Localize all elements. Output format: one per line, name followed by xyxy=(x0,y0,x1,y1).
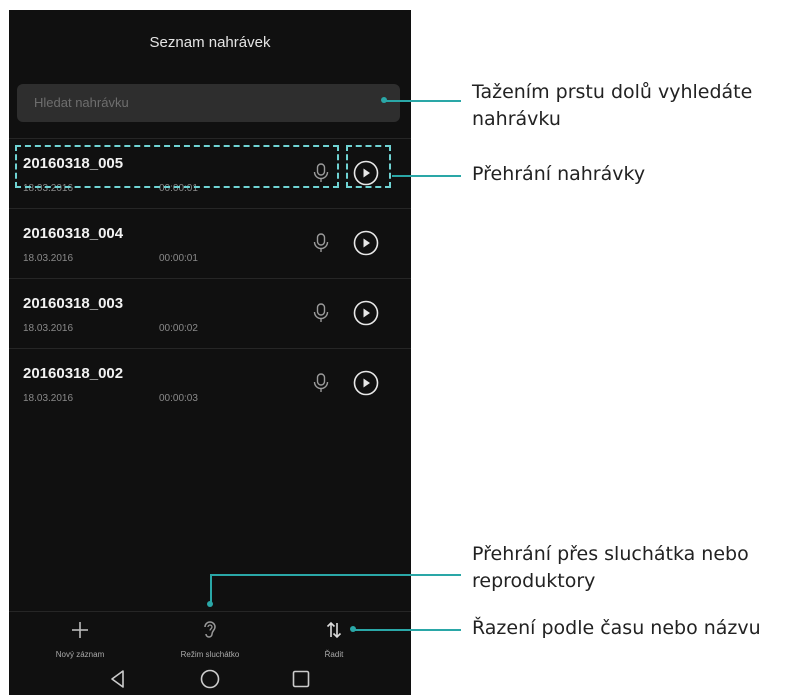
new-recording-button[interactable]: Nový záznam xyxy=(25,612,135,659)
search-callout-line xyxy=(385,100,461,102)
recording-name: 20160318_002 xyxy=(23,365,124,382)
recording-row[interactable]: 20160318_003 18.03.2016 00:00:02 xyxy=(9,279,411,347)
plus-icon xyxy=(72,622,88,638)
earpiece-callout-vline xyxy=(210,574,212,604)
recording-name: 20160318_004 xyxy=(23,225,124,242)
recording-name: 20160318_003 xyxy=(23,295,124,312)
microphone-icon xyxy=(313,233,329,252)
recording-date: 18.03.2016 xyxy=(23,323,74,334)
back-triangle-icon[interactable] xyxy=(106,668,130,690)
earpiece-callout-line-1: Přehrání přes sluchátka nebo xyxy=(472,543,749,565)
recording-date: 18.03.2016 xyxy=(23,253,74,264)
search-callout-line-2: nahrávku xyxy=(472,108,561,130)
microphone-icon xyxy=(313,373,329,392)
search-callout-text: Tažením prstu dolů vyhledáte nahrávku xyxy=(472,79,752,133)
play-highlight-box xyxy=(346,145,391,188)
recording-row[interactable]: 20160318_002 18.03.2016 00:00:03 xyxy=(9,349,411,417)
screen-title: Seznam nahrávek xyxy=(149,34,271,51)
earpiece-mode-button[interactable]: Režim sluchátko xyxy=(155,612,265,659)
ear-icon xyxy=(204,621,216,638)
home-circle-icon[interactable] xyxy=(198,668,222,690)
play-icon[interactable] xyxy=(353,300,379,326)
sort-label: Řadit xyxy=(324,650,344,659)
earpiece-callout-text: Přehrání přes sluchátka nebo reproduktor… xyxy=(472,541,749,595)
new-recording-label: Nový záznam xyxy=(55,650,105,659)
sort-icon xyxy=(326,621,342,639)
recents-square-icon[interactable] xyxy=(289,668,313,690)
recording-duration: 00:00:03 xyxy=(159,393,198,404)
earpiece-callout-line xyxy=(210,574,461,576)
play-callout-text: Přehrání nahrávky xyxy=(472,163,646,185)
recording-row[interactable]: 20160318_004 18.03.2016 00:00:01 xyxy=(9,209,411,277)
system-nav-bar xyxy=(9,662,411,695)
sort-button[interactable]: Řadit xyxy=(279,612,389,659)
search-callout-line-1: Tažením prstu dolů vyhledáte xyxy=(472,81,753,103)
microphone-icon xyxy=(313,303,329,322)
earpiece-callout-line-2: reproduktory xyxy=(472,570,596,592)
recording-duration: 00:00:01 xyxy=(159,253,198,264)
search-input[interactable]: Hledat nahrávku xyxy=(17,84,400,122)
earpiece-mode-label: Režim sluchátko xyxy=(180,650,240,659)
play-icon[interactable] xyxy=(353,370,379,396)
recording-date: 18.03.2016 xyxy=(23,393,74,404)
sort-callout-line xyxy=(354,629,461,631)
recording-duration: 00:00:02 xyxy=(159,323,198,334)
sort-callout-text: Řazení podle času nebo názvu xyxy=(472,617,761,639)
recording-highlight-box xyxy=(15,145,339,188)
bottom-toolbar: Nový záznam Režim sluchátko Řadit xyxy=(9,612,411,662)
play-icon[interactable] xyxy=(353,230,379,256)
play-callout-line xyxy=(392,175,461,177)
